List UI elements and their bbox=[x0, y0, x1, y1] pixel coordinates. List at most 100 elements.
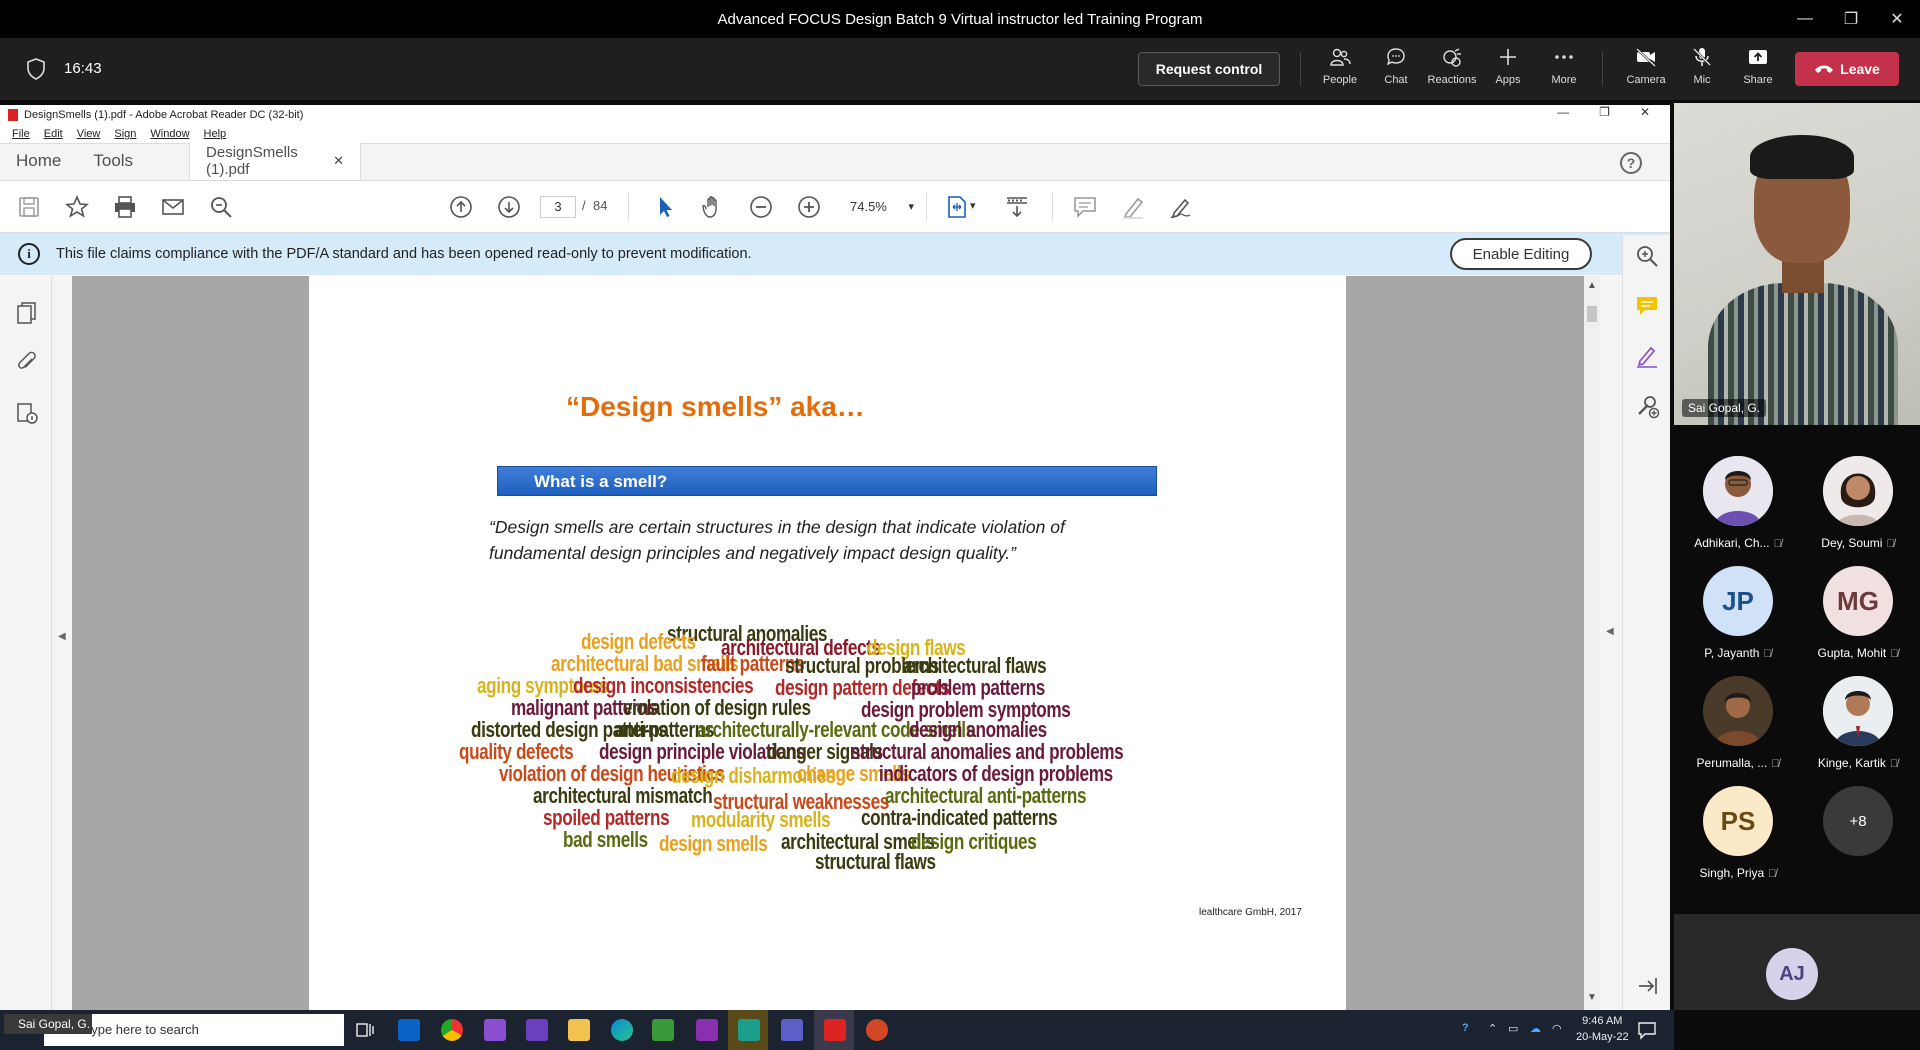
teams-icon[interactable] bbox=[781, 1019, 803, 1041]
task-view-icon[interactable] bbox=[354, 1019, 376, 1041]
scroll-down-icon[interactable]: ▼ bbox=[1587, 992, 1597, 1003]
terminal-icon[interactable] bbox=[738, 1019, 760, 1041]
close-icon[interactable]: ✕ bbox=[1874, 0, 1920, 38]
more-button[interactable]: More bbox=[1536, 46, 1592, 94]
pdfa-standards-icon[interactable] bbox=[14, 400, 40, 426]
participant-tile[interactable]: Kinge, Kartik 🎙̸ bbox=[1798, 676, 1918, 770]
minimize-icon[interactable]: — bbox=[1782, 0, 1828, 38]
tray-chevron-up-icon[interactable]: ⌃ bbox=[1488, 1022, 1497, 1035]
zoom-dropdown[interactable]: 74.5% bbox=[836, 196, 916, 218]
more-participants-tile[interactable]: +8 bbox=[1798, 786, 1918, 856]
file-explorer-icon[interactable] bbox=[568, 1019, 590, 1041]
help-icon[interactable]: ? bbox=[1620, 152, 1642, 174]
fill-sign-icon[interactable] bbox=[1634, 343, 1660, 369]
participant-tile[interactable]: Adhikari, Ch... 🎙̸ bbox=[1678, 456, 1798, 550]
email-icon[interactable] bbox=[160, 194, 186, 220]
page-number-input[interactable]: 3 bbox=[540, 196, 576, 218]
divider bbox=[628, 193, 629, 221]
select-cursor-icon[interactable] bbox=[652, 194, 678, 220]
close-icon[interactable]: ✕ bbox=[1640, 105, 1650, 119]
menu-window[interactable]: Window bbox=[150, 128, 189, 140]
onenote-icon[interactable] bbox=[696, 1019, 718, 1041]
zoom-search-icon[interactable] bbox=[1634, 243, 1660, 269]
more-tools-icon[interactable] bbox=[1634, 393, 1660, 419]
slide-quote-line-2: fundamental design principles and negati… bbox=[489, 543, 1016, 563]
divider bbox=[1300, 52, 1301, 86]
sign-icon[interactable] bbox=[1168, 194, 1194, 220]
notifications-icon[interactable] bbox=[1636, 1019, 1658, 1041]
visual-studio-2-icon[interactable] bbox=[526, 1019, 548, 1041]
restore-icon[interactable]: ❐ bbox=[1599, 105, 1610, 119]
wifi-icon[interactable]: ◠ bbox=[1552, 1022, 1562, 1035]
tab-document[interactable]: DesignSmells (1).pdf ✕ bbox=[189, 142, 362, 180]
avatar: JP bbox=[1703, 566, 1773, 636]
people-button[interactable]: People bbox=[1312, 46, 1368, 94]
participant-tile[interactable]: Perumalla, ... 🎙̸ bbox=[1678, 676, 1798, 770]
participants-panel: Adhikari, Ch... 🎙̸ Dey, Soumi 🎙̸ JP P, Jay… bbox=[1674, 428, 1920, 914]
reactions-button[interactable]: Reactions bbox=[1424, 46, 1480, 94]
fit-page-icon[interactable] bbox=[944, 194, 970, 220]
scroll-up-icon[interactable]: ▲ bbox=[1587, 280, 1597, 291]
participant-tile[interactable]: PS Singh, Priya 🎙̸ bbox=[1678, 786, 1798, 880]
bookmark-star-icon[interactable] bbox=[64, 194, 90, 220]
participant-tile[interactable]: MG Gupta, Mohit 🎙̸ bbox=[1798, 566, 1918, 660]
tab-tools[interactable]: Tools bbox=[77, 142, 149, 180]
tab-home[interactable]: Home bbox=[0, 142, 77, 180]
print-icon[interactable] bbox=[112, 194, 138, 220]
menu-help[interactable]: Help bbox=[204, 128, 227, 140]
powerpoint-icon[interactable] bbox=[866, 1019, 888, 1041]
highlight-pen-icon[interactable] bbox=[1120, 194, 1146, 220]
hand-tool-icon[interactable] bbox=[700, 194, 726, 220]
onedrive-icon[interactable]: ☁ bbox=[1530, 1022, 1541, 1035]
apps-button[interactable]: Apps bbox=[1480, 46, 1536, 94]
participant-tile[interactable]: Dey, Soumi 🎙̸ bbox=[1798, 456, 1918, 550]
acrobat-icon[interactable] bbox=[824, 1019, 846, 1041]
enable-editing-button[interactable]: Enable Editing bbox=[1450, 238, 1592, 270]
document-view[interactable]: “Design smells” aka… What is a smell? “D… bbox=[72, 276, 1584, 1010]
menu-file[interactable]: File bbox=[12, 128, 30, 140]
comment-icon[interactable] bbox=[1072, 194, 1098, 220]
comment-tool-icon[interactable] bbox=[1634, 293, 1660, 319]
zoom-out-icon[interactable] bbox=[748, 194, 774, 220]
attachment-icon[interactable] bbox=[14, 350, 40, 376]
menu-edit[interactable]: Edit bbox=[44, 128, 63, 140]
vertical-scrollbar[interactable]: ▲ ▼ bbox=[1584, 276, 1600, 1010]
menu-sign[interactable]: Sign bbox=[114, 128, 136, 140]
edge-icon[interactable] bbox=[611, 1019, 633, 1041]
fit-dropdown-chevron-icon[interactable]: ▾ bbox=[970, 199, 976, 212]
minimize-icon[interactable]: — bbox=[1557, 105, 1569, 119]
presenter-video[interactable]: Sai Gopal, G. bbox=[1674, 103, 1920, 425]
participant-tile[interactable]: JP P, Jayanth 🎙̸ bbox=[1678, 566, 1798, 660]
self-view-tile[interactable]: AJ bbox=[1674, 914, 1920, 1010]
scroll-thumb[interactable] bbox=[1587, 306, 1597, 322]
right-panel-toggle[interactable]: ◀ bbox=[1600, 276, 1622, 1010]
previous-page-icon[interactable] bbox=[448, 194, 474, 220]
avatar: PS bbox=[1703, 786, 1773, 856]
save-icon[interactable] bbox=[16, 194, 42, 220]
outlook-icon[interactable] bbox=[398, 1019, 420, 1041]
scroll-mode-icon[interactable] bbox=[1004, 194, 1030, 220]
menu-view[interactable]: View bbox=[77, 128, 101, 140]
notepad-plus-icon[interactable] bbox=[652, 1019, 674, 1041]
zoom-in-icon[interactable] bbox=[796, 194, 822, 220]
taskbar-clock[interactable]: 9:46 AM 20-May-22 bbox=[1576, 1013, 1629, 1045]
mic-off-icon bbox=[1693, 48, 1711, 66]
tab-bar: Home Tools DesignSmells (1).pdf ✕ ? bbox=[0, 142, 1670, 181]
share-button[interactable]: Share bbox=[1730, 46, 1786, 94]
chat-button[interactable]: Chat bbox=[1368, 46, 1424, 94]
left-panel-toggle[interactable]: ◀ bbox=[52, 276, 72, 1010]
request-control-button[interactable]: Request control bbox=[1138, 52, 1280, 86]
tab-close-icon[interactable]: ✕ bbox=[333, 153, 344, 169]
leave-button[interactable]: Leave bbox=[1795, 52, 1899, 86]
search-icon[interactable] bbox=[208, 194, 234, 220]
help-tray-icon[interactable]: ? bbox=[1462, 1022, 1469, 1034]
visual-studio-icon[interactable] bbox=[484, 1019, 506, 1041]
page-thumbnails-icon[interactable] bbox=[14, 300, 40, 326]
battery-icon[interactable]: ▭ bbox=[1508, 1022, 1518, 1035]
next-page-icon[interactable] bbox=[496, 194, 522, 220]
mic-button[interactable]: Mic bbox=[1674, 46, 1730, 94]
restore-icon[interactable]: ❐ bbox=[1828, 0, 1874, 38]
expand-panel-icon[interactable] bbox=[1634, 973, 1660, 999]
chrome-icon[interactable] bbox=[441, 1019, 463, 1041]
camera-button[interactable]: Camera bbox=[1618, 46, 1674, 94]
